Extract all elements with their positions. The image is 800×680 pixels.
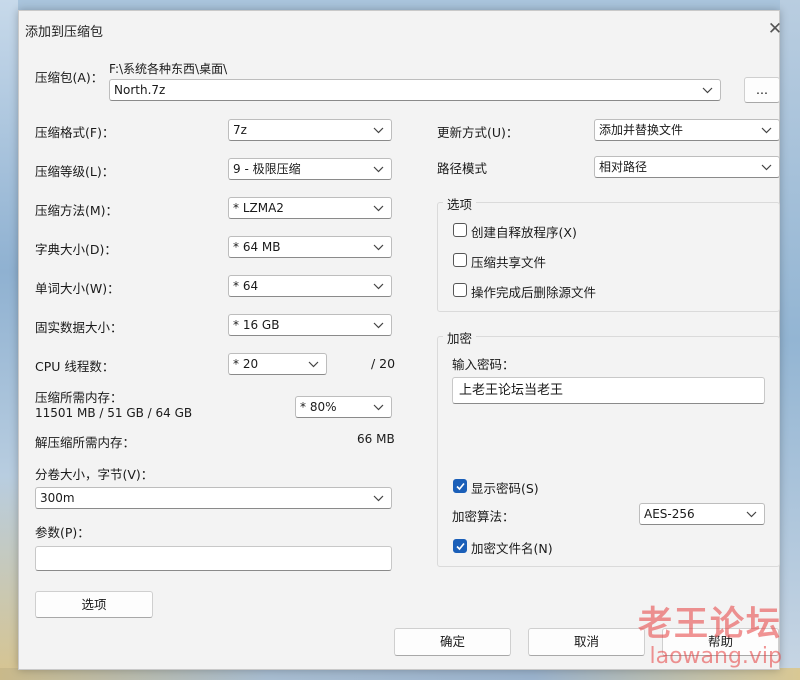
method-combo[interactable]: * LZMA2 bbox=[228, 197, 392, 219]
encryption-method-combo[interactable]: AES-256 bbox=[639, 503, 765, 525]
watermark-url: laowang.vip bbox=[649, 644, 782, 669]
browse-button[interactable]: ... bbox=[744, 77, 780, 103]
params-input[interactable] bbox=[35, 546, 392, 571]
level-label: 压缩等级(L)： bbox=[35, 164, 115, 179]
mem-decompress-label: 解压缩所需内存： bbox=[35, 435, 136, 450]
threads-label: CPU 线程数： bbox=[35, 359, 115, 374]
encryption-method-label: 加密算法： bbox=[452, 509, 515, 524]
path-mode-combo[interactable]: 相对路径 bbox=[594, 156, 780, 178]
watermark-chinese: 老王论坛 bbox=[638, 604, 782, 644]
method-label: 压缩方法(M)： bbox=[35, 203, 119, 218]
options-button[interactable]: 选项 bbox=[35, 591, 153, 618]
encrypt-names-checkbox[interactable] bbox=[453, 539, 467, 553]
solid-combo[interactable]: * 16 GB bbox=[228, 314, 392, 336]
mem-percent-value: * 80% bbox=[300, 400, 337, 414]
mem-percent-combo[interactable]: * 80% bbox=[295, 396, 392, 418]
chevron-down-icon bbox=[373, 488, 385, 508]
chevron-down-icon bbox=[746, 504, 758, 524]
path-mode-label: 路径模式 bbox=[437, 161, 488, 176]
solid-label: 固实数据大小： bbox=[35, 320, 123, 335]
sfx-checkbox[interactable] bbox=[453, 223, 467, 237]
word-label: 单词大小(W)： bbox=[35, 281, 120, 296]
mem-compress-label: 压缩所需内存： bbox=[35, 390, 123, 405]
password-input[interactable]: 上老王论坛当老王 bbox=[452, 377, 765, 404]
delete-after-label[interactable]: 操作完成后删除源文件 bbox=[471, 282, 596, 301]
desktop-background-right bbox=[780, 0, 800, 680]
ok-button[interactable]: 确定 bbox=[394, 628, 511, 656]
cancel-button[interactable]: 取消 bbox=[528, 628, 645, 656]
chevron-down-icon bbox=[373, 159, 385, 179]
threads-max: / 20 bbox=[371, 356, 396, 371]
method-value: * LZMA2 bbox=[233, 201, 284, 215]
volume-combo[interactable]: 300m bbox=[35, 487, 392, 509]
level-combo[interactable]: 9 - 极限压缩 bbox=[228, 158, 392, 180]
window-title: 添加到压缩包 bbox=[25, 25, 104, 40]
format-combo[interactable]: 7z bbox=[228, 119, 392, 141]
chevron-down-icon bbox=[761, 120, 773, 140]
close-icon[interactable]: ✕ bbox=[765, 19, 785, 39]
checkmark-icon bbox=[456, 482, 465, 491]
mem-compress-detail: 11501 MB / 51 GB / 64 GB bbox=[35, 406, 193, 420]
format-value: 7z bbox=[233, 123, 247, 137]
delete-after-checkbox[interactable] bbox=[453, 283, 467, 297]
chevron-down-icon bbox=[761, 157, 773, 177]
chevron-down-icon bbox=[702, 80, 714, 100]
volume-value: 300m bbox=[40, 491, 75, 505]
format-label: 压缩格式(F)： bbox=[35, 125, 115, 140]
archive-name-combo[interactable]: North.7z bbox=[109, 79, 721, 101]
threads-combo[interactable]: * 20 bbox=[228, 353, 327, 375]
archive-path: F:\系统各种东西\桌面\ bbox=[109, 62, 228, 76]
dict-value: * 64 MB bbox=[233, 240, 281, 254]
encrypt-names-label[interactable]: 加密文件名(N) bbox=[471, 538, 553, 557]
threads-value: * 20 bbox=[233, 357, 259, 371]
show-password-label[interactable]: 显示密码(S) bbox=[471, 478, 539, 497]
update-mode-combo[interactable]: 添加并替换文件 bbox=[594, 119, 780, 141]
chevron-down-icon bbox=[308, 354, 320, 374]
solid-value: * 16 GB bbox=[233, 318, 280, 332]
password-label: 输入密码： bbox=[452, 357, 515, 372]
word-combo[interactable]: * 64 bbox=[228, 275, 392, 297]
update-mode-label: 更新方式(U)： bbox=[437, 125, 519, 140]
shared-label[interactable]: 压缩共享文件 bbox=[471, 252, 546, 271]
update-mode-value: 添加并替换文件 bbox=[599, 123, 684, 137]
chevron-down-icon bbox=[373, 397, 385, 417]
word-value: * 64 bbox=[233, 279, 259, 293]
options-group-title: 选项 bbox=[443, 194, 477, 213]
sfx-label[interactable]: 创建自释放程序(X) bbox=[471, 222, 577, 241]
encryption-method-value: AES-256 bbox=[644, 507, 695, 521]
add-to-archive-dialog: 添加到压缩包 ✕ 压缩包(A)： F:\系统各种东西\桌面\ North.7z … bbox=[18, 10, 782, 670]
shared-checkbox[interactable] bbox=[453, 253, 467, 267]
chevron-down-icon bbox=[373, 198, 385, 218]
level-value: 9 - 极限压缩 bbox=[233, 162, 301, 176]
checkmark-icon bbox=[456, 542, 465, 551]
show-password-checkbox[interactable] bbox=[453, 479, 467, 493]
archive-label: 压缩包(A)： bbox=[35, 70, 104, 85]
encryption-group-title: 加密 bbox=[443, 328, 477, 347]
path-mode-value: 相对路径 bbox=[599, 160, 648, 174]
chevron-down-icon bbox=[373, 120, 385, 140]
archive-name-value: North.7z bbox=[114, 83, 166, 97]
volume-label: 分卷大小，字节(V)： bbox=[35, 467, 154, 482]
params-label: 参数(P)： bbox=[35, 525, 90, 540]
dict-combo[interactable]: * 64 MB bbox=[228, 236, 392, 258]
dict-label: 字典大小(D)： bbox=[35, 242, 117, 257]
chevron-down-icon bbox=[373, 315, 385, 335]
mem-decompress-value: 66 MB bbox=[357, 432, 395, 446]
chevron-down-icon bbox=[373, 276, 385, 296]
desktop-background-left bbox=[0, 0, 18, 680]
chevron-down-icon bbox=[373, 237, 385, 257]
